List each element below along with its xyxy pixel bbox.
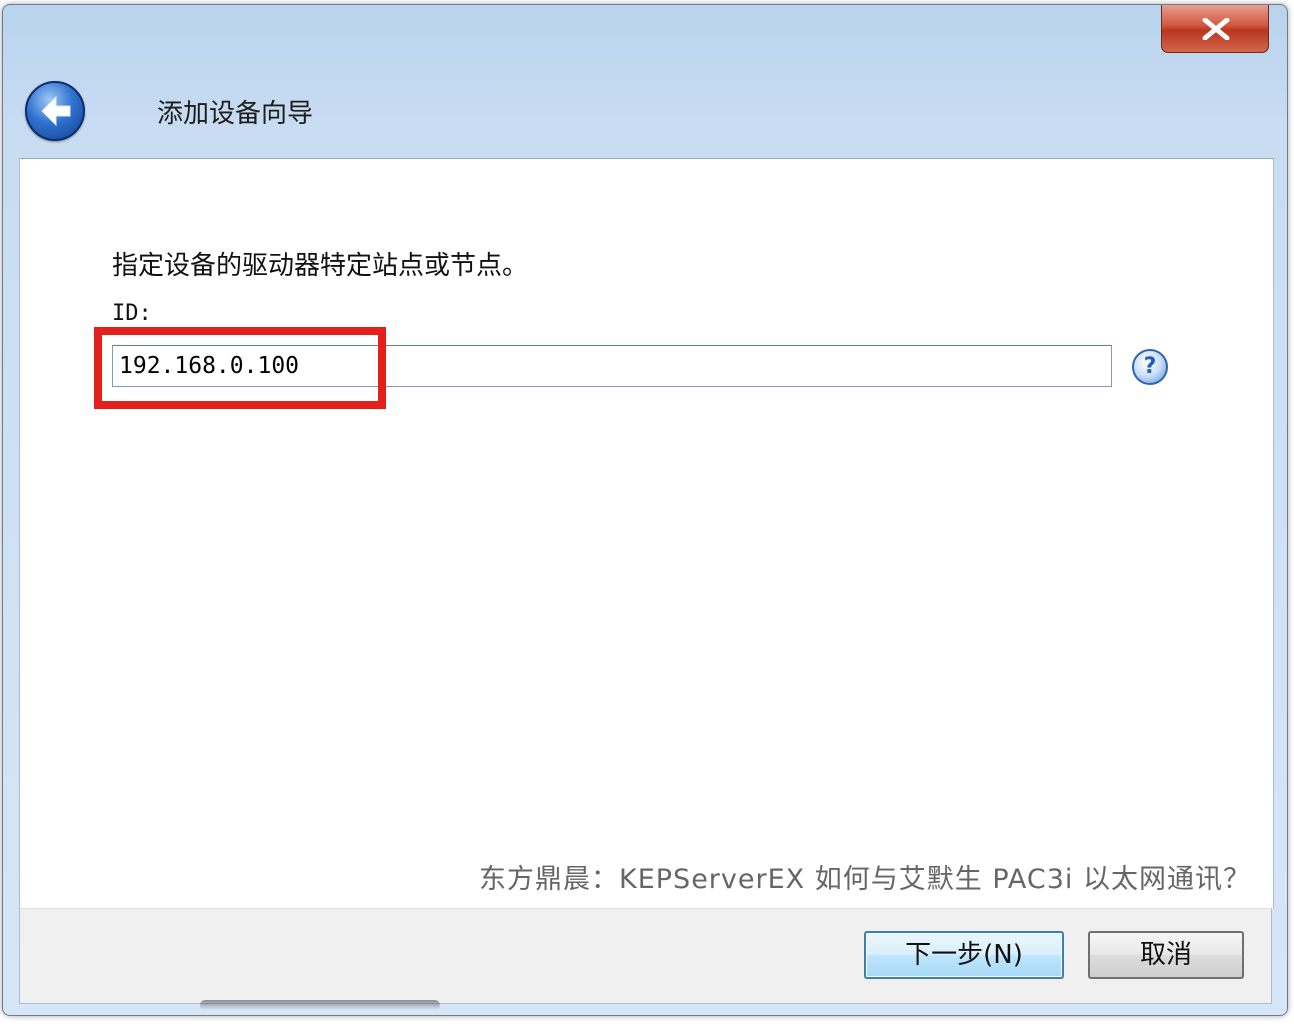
wizard-title: 添加设备向导 [157,99,314,129]
cancel-button[interactable]: 取消 [1088,931,1244,979]
back-button[interactable] [25,81,85,141]
id-input[interactable] [112,345,1112,387]
content-panel: 指定设备的驱动器特定站点或节点。 ID: ? 东方鼎晨：KEPServerEX … [19,158,1274,909]
window-shadow [200,1000,440,1010]
back-arrow-icon [41,95,71,127]
id-label: ID: [112,301,152,326]
next-button[interactable]: 下一步(N) [864,931,1064,979]
help-icon[interactable]: ? [1132,349,1168,385]
button-bar: 下一步(N) 取消 [19,908,1272,1004]
wizard-window: 添加设备向导 指定设备的驱动器特定站点或节点。 ID: ? 东方鼎晨：KEPSe… [2,4,1288,1016]
close-button[interactable] [1161,5,1269,53]
footer-note: 东方鼎晨：KEPServerEX 如何与艾默生 PAC3i 以太网通讯？ [479,864,1251,895]
instruction-text: 指定设备的驱动器特定站点或节点。 [112,251,529,281]
close-icon [1202,18,1230,40]
